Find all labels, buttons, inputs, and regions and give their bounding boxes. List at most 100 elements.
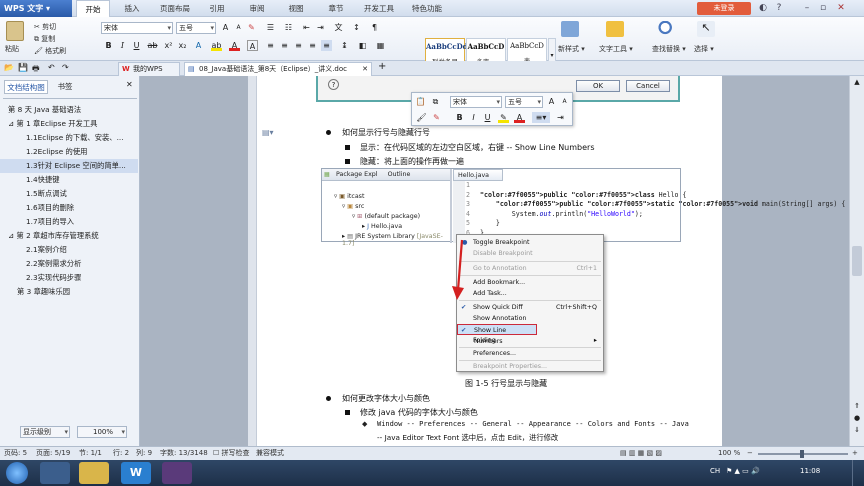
shading-icon[interactable]: ◧: [357, 40, 368, 51]
taskbar-ie-icon[interactable]: [40, 462, 70, 484]
expand-icon[interactable]: ⊿: [8, 119, 14, 128]
highlight-icon[interactable]: ✎: [498, 112, 509, 123]
prev-page-icon[interactable]: ⇑: [852, 402, 862, 412]
save-icon[interactable]: 💾: [18, 63, 28, 72]
italic-icon[interactable]: I: [117, 40, 128, 51]
paste-button[interactable]: 粘贴: [5, 44, 19, 54]
align-center-icon[interactable]: ≡: [279, 40, 290, 51]
tab-document-map[interactable]: 文档结构图: [4, 80, 48, 94]
tray-icons[interactable]: ⚑ ▲ ▭ 🔊: [726, 467, 760, 475]
zoom-in-icon[interactable]: +: [852, 447, 858, 460]
zoom-out-icon[interactable]: −: [747, 447, 753, 460]
toc-item[interactable]: ⊿ 第 2 章超市库存管理系统: [0, 229, 138, 243]
open-icon[interactable]: 📂: [4, 63, 14, 72]
vertical-scrollbar[interactable]: ▲ ⇑ ● ⇓: [849, 76, 864, 446]
shrink-font-icon[interactable]: A: [233, 22, 244, 33]
tab-developer[interactable]: 开发工具: [357, 0, 401, 17]
font-color-icon[interactable]: A: [514, 112, 525, 123]
toc-item[interactable]: 第 8 天 Java 基础语法: [0, 103, 138, 117]
font-family-select[interactable]: 宋体: [101, 22, 173, 34]
new-tab-icon[interactable]: +: [378, 61, 386, 72]
toc-item[interactable]: 2.1案例介绍: [0, 243, 138, 257]
underline-icon[interactable]: U: [482, 112, 493, 123]
tab-page-layout[interactable]: 页面布局: [153, 0, 197, 17]
highlight-icon[interactable]: ab: [211, 40, 222, 51]
strikethrough-icon[interactable]: ab: [147, 40, 158, 51]
scroll-up-icon[interactable]: ▲: [852, 78, 862, 88]
select-button[interactable]: 选择 ▾: [694, 44, 714, 54]
select-browse-icon[interactable]: ●: [852, 414, 862, 424]
toc-item-selected[interactable]: 1.3针对 Eclipse 空间的简单...: [0, 159, 138, 173]
toc-item[interactable]: 1.6项目的删除: [0, 201, 138, 215]
shrink-font-icon[interactable]: A: [559, 96, 570, 107]
distribute-icon[interactable]: ≡: [321, 40, 332, 51]
cut-button[interactable]: ✂ 剪切: [34, 22, 56, 32]
justify-icon[interactable]: ≡: [307, 40, 318, 51]
new-style-icon[interactable]: [561, 21, 579, 37]
underline-icon[interactable]: U: [131, 40, 142, 51]
show-desktop-button[interactable]: [852, 460, 864, 486]
bullets-icon[interactable]: ☰: [265, 22, 276, 33]
taskbar-explorer-icon[interactable]: [79, 462, 109, 484]
spell-check-toggle[interactable]: ☐ 拼写检查: [213, 447, 250, 460]
skin-icon[interactable]: ◐: [756, 1, 770, 15]
align-left-icon[interactable]: ≡: [265, 40, 276, 51]
bold-icon[interactable]: B: [454, 112, 465, 123]
tab-home[interactable]: 开始: [76, 0, 110, 17]
toc-item[interactable]: 1.1Eclipse 的下载、安装、...: [0, 131, 138, 145]
format-painter-icon[interactable]: 🖌: [416, 112, 427, 123]
new-style-button[interactable]: 新样式 ▾: [558, 44, 585, 54]
taskbar-wps-icon[interactable]: W: [121, 462, 151, 484]
sort-icon[interactable]: ↕: [351, 22, 362, 33]
clear-format-icon[interactable]: ✎: [246, 22, 257, 33]
align-icon[interactable]: ≡▾: [532, 112, 550, 123]
copy-button[interactable]: ⧉ 复制: [34, 34, 55, 44]
view-mode-icons[interactable]: ▤ ▥ ▦ ▧ ▨: [620, 447, 662, 460]
print-icon[interactable]: 🖶: [32, 63, 40, 77]
find-replace-icon[interactable]: [658, 21, 676, 37]
paste-icon[interactable]: 📋: [415, 96, 426, 107]
tab-view[interactable]: 视图: [280, 0, 312, 17]
superscript-icon[interactable]: x²: [163, 40, 174, 51]
text-effect-icon[interactable]: A: [193, 40, 204, 51]
tab-insert[interactable]: 插入: [116, 0, 148, 17]
grow-font-icon[interactable]: A: [546, 96, 557, 107]
login-button[interactable]: 未登录: [697, 2, 751, 15]
float-font-select[interactable]: 宋体: [450, 96, 502, 108]
clear-format-icon[interactable]: ✎: [431, 112, 442, 123]
tab-review[interactable]: 审阅: [241, 0, 273, 17]
text-tools-icon[interactable]: [606, 21, 624, 37]
tab-my-wps[interactable]: W 我的WPS: [118, 62, 180, 76]
minimize-icon[interactable]: –: [800, 1, 814, 15]
toc-item[interactable]: 1.7项目的导入: [0, 215, 138, 229]
redo-icon[interactable]: ↷: [62, 63, 69, 72]
tab-features[interactable]: 特色功能: [405, 0, 449, 17]
align-right-icon[interactable]: ≡: [293, 40, 304, 51]
tab-reference[interactable]: 引用: [201, 0, 233, 17]
border-icon[interactable]: ▦: [375, 40, 386, 51]
font-size-select[interactable]: 五号: [176, 22, 216, 34]
indent-icon[interactable]: ⇥: [315, 22, 326, 33]
indent-icon[interactable]: ⇥: [555, 112, 566, 123]
maximize-icon[interactable]: ▫: [816, 1, 830, 15]
close-icon[interactable]: ✕: [834, 1, 848, 15]
text-tools-button[interactable]: 文字工具 ▾: [599, 44, 633, 54]
app-menu-button[interactable]: WPS 文字 ▾: [0, 0, 72, 17]
pane-zoom-select[interactable]: 100%: [77, 426, 127, 438]
paste-icon[interactable]: [6, 21, 24, 41]
line-spacing-icon[interactable]: ↨: [339, 40, 350, 51]
tab-document[interactable]: ▤ 08_Java基础语法_第8天（Eclipse）_讲义.doc ✕: [184, 62, 372, 76]
expand-icon[interactable]: ⊿: [8, 231, 14, 240]
float-size-select[interactable]: 五号: [505, 96, 543, 108]
toc-item[interactable]: ⊿ 第 1 章Eclipse 开发工具: [0, 117, 138, 131]
toc-item[interactable]: 2.3实现代码步骤: [0, 271, 138, 285]
outline-level-select[interactable]: 显示级别: [20, 426, 70, 438]
input-language[interactable]: CH: [710, 467, 720, 475]
help-icon[interactable]: ?: [772, 1, 786, 15]
grow-font-icon[interactable]: A: [220, 22, 231, 33]
close-pane-icon[interactable]: ✕: [126, 80, 133, 89]
bold-icon[interactable]: B: [103, 40, 114, 51]
toc-item[interactable]: 第 3 章趣味乐园: [0, 285, 138, 299]
toc-item[interactable]: 1.2Eclipse 的使用: [0, 145, 138, 159]
paragraph-mark-icon[interactable]: ▤▾: [262, 128, 274, 137]
